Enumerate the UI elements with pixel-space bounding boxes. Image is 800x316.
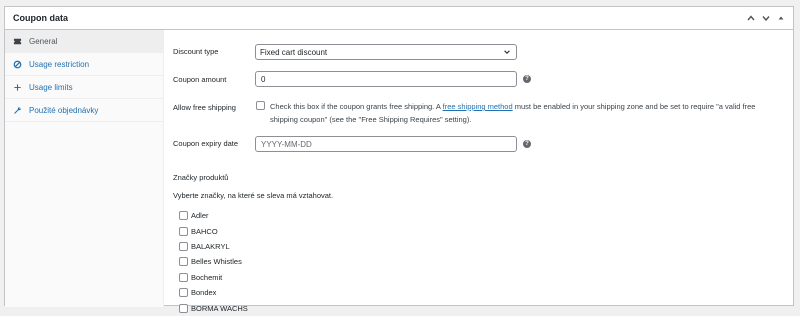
tab-usage-limits-label: Usage limits [29,82,73,92]
plus-icon [13,83,22,92]
brand-checkbox[interactable] [179,241,188,251]
brand-label: BALAKRYL [191,241,230,251]
brand-checkbox[interactable] [179,226,188,236]
tab-general[interactable]: General [5,30,163,53]
chevron-up-icon [747,15,755,21]
chevron-down-icon [504,50,510,54]
brand-checkbox[interactable] [179,257,188,267]
chevron-down-icon [762,16,770,22]
tab-used-orders-label: Použité objednávky [29,105,99,115]
move-down-button[interactable] [760,12,772,24]
brand-item[interactable]: BORMA WACHS [179,300,248,315]
free-shipping-label: Allow free shipping [173,103,236,112]
ticket-icon [13,37,22,46]
tab-usage-restriction-label: Usage restriction [29,59,90,69]
brand-item[interactable]: Adler [179,208,248,223]
tab-usage-restriction[interactable]: Usage restriction [5,53,163,76]
tab-used-orders[interactable]: Použité objednávky [5,99,163,122]
brand-label: Bondex [191,288,217,298]
coupon-amount-label: Coupon amount [173,75,227,84]
restriction-icon [13,60,22,69]
brand-item[interactable]: BAHCO [179,223,248,238]
postbox-header: Coupon data [5,7,793,30]
discount-type-value: Fixed cart discount [260,47,328,57]
tab-usage-limits[interactable]: Usage limits [5,76,163,99]
free-shipping-text-before: Check this box if the coupon grants free… [270,102,443,111]
triangle-up-icon [778,16,784,20]
brand-checkbox[interactable] [179,288,188,298]
brand-checkbox[interactable] [179,211,188,221]
coupon-amount-input[interactable] [255,71,517,87]
free-shipping-method-link[interactable]: free shipping method [443,102,513,111]
postbox-title: Coupon data [13,13,68,23]
brand-label: Adler [191,211,209,221]
discount-type-select[interactable]: Fixed cart discount [255,44,517,60]
brand-item[interactable]: Bondex [179,285,248,300]
wrench-icon [13,106,22,115]
general-panel: Discount type Fixed cart discount Coupon… [165,30,793,313]
brand-list: Adler BAHCO BALAKRYL Belles Whistles Boc… [179,208,248,316]
discount-type-label: Discount type [173,47,219,56]
free-shipping-checkbox[interactable] [256,101,265,110]
brand-label: Bochemit [191,272,223,282]
expiry-date-input[interactable] [255,136,517,152]
expiry-date-help-icon[interactable]: ? [523,140,531,148]
brand-item[interactable]: Bochemit [179,270,248,285]
tab-general-label: General [29,36,58,46]
brand-label: Belles Whistles [191,257,242,267]
brands-description: Vyberte značky, na které se sleva má vzt… [173,191,334,200]
brands-title: Značky produktů [173,173,229,182]
coupon-tabs: General Usage restriction Usage limits P… [5,30,164,307]
handle-actions [745,12,787,24]
brand-label: BAHCO [191,226,218,236]
brand-item[interactable]: BALAKRYL [179,239,248,254]
expiry-date-label: Coupon expiry date [173,139,239,148]
move-up-button[interactable] [745,12,757,24]
coupon-amount-help-icon[interactable]: ? [523,75,531,83]
toggle-panel-button[interactable] [775,12,787,24]
brand-checkbox[interactable] [179,272,188,282]
coupon-data-box: Coupon data General Usage restriction Us… [4,6,794,313]
free-shipping-description: Check this box if the coupon grants free… [270,100,760,126]
brand-item[interactable]: Belles Whistles [179,254,248,269]
